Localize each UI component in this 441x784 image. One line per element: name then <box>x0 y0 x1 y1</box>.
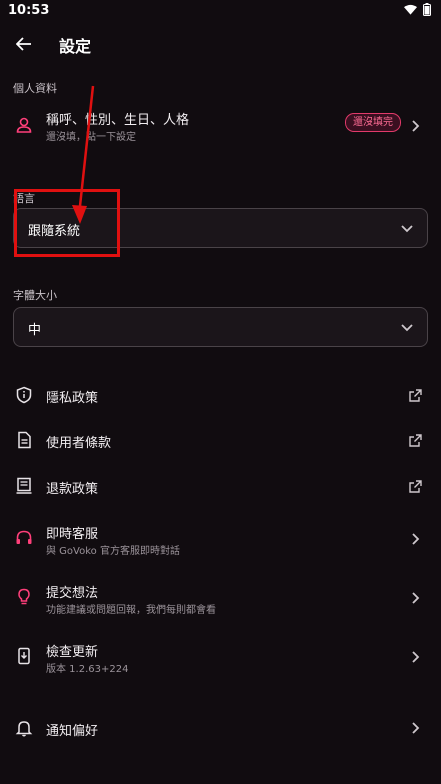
app-version: 版本 1.2.63+224 <box>46 664 129 675</box>
live-support-title: 即時客服 <box>46 527 99 542</box>
font-size-select[interactable]: 中 <box>13 307 428 347</box>
receipt-icon <box>14 476 34 496</box>
chevron-right-icon <box>407 531 423 547</box>
font-size-value: 中 <box>28 323 42 338</box>
status-time: 10:53 <box>8 3 50 18</box>
incomplete-badge: 還沒填完 <box>345 113 401 132</box>
notification-preferences-title: 通知偏好 <box>46 724 99 739</box>
arrow-left-icon <box>16 37 31 51</box>
chevron-right-icon <box>407 649 423 665</box>
refund-policy-row[interactable]: 退款政策 <box>0 466 441 506</box>
external-link-icon <box>407 387 423 403</box>
profile-title: 稱呼、性別、生日、人格 <box>46 113 190 128</box>
chevron-down-icon <box>401 225 413 233</box>
live-support-subtitle: 與 GoVoko 官方客服即時對話 <box>46 546 180 557</box>
battery-icon <box>423 3 431 16</box>
phone-download-icon <box>14 646 34 666</box>
check-update-title: 檢查更新 <box>46 645 99 660</box>
chevron-right-icon <box>407 720 423 736</box>
profile-subtitle: 還沒填，點一下設定 <box>46 132 136 143</box>
chevron-down-icon <box>401 324 413 332</box>
app-bar: 設定 <box>0 24 441 64</box>
lightbulb-icon <box>14 587 34 607</box>
refund-policy-title: 退款政策 <box>46 482 99 497</box>
external-link-icon <box>407 432 423 448</box>
font-size-section-label: 字體大小 <box>13 289 57 302</box>
annotation-highlight-box <box>14 189 120 257</box>
profile-row[interactable]: 稱呼、性別、生日、人格 還沒填，點一下設定 還沒填完 <box>0 104 441 148</box>
privacy-policy-title: 隱私政策 <box>46 391 99 406</box>
page-title: 設定 <box>59 37 92 56</box>
back-button[interactable] <box>10 30 38 58</box>
terms-of-use-title: 使用者條款 <box>46 436 112 451</box>
person-icon <box>14 115 34 135</box>
chevron-right-icon <box>407 118 423 134</box>
submit-feedback-subtitle: 功能建議或問題回報，我們每則都會看 <box>46 605 216 616</box>
status-icons <box>404 3 431 16</box>
status-bar: 10:53 <box>0 0 441 22</box>
wifi-icon <box>404 4 417 15</box>
check-update-row[interactable]: 檢查更新 版本 1.2.63+224 <box>0 636 441 678</box>
live-support-row[interactable]: 即時客服 與 GoVoko 官方客服即時對話 <box>0 518 441 560</box>
document-icon <box>14 430 34 450</box>
notification-preferences-row[interactable]: 通知偏好 <box>0 708 441 748</box>
submit-feedback-title: 提交想法 <box>46 586 99 601</box>
profile-section-label: 個人資料 <box>13 82 57 95</box>
terms-of-use-row[interactable]: 使用者條款 <box>0 420 441 460</box>
bell-icon <box>14 718 34 738</box>
shield-icon <box>14 385 34 405</box>
privacy-policy-row[interactable]: 隱私政策 <box>0 375 441 415</box>
external-link-icon <box>407 478 423 494</box>
headset-icon <box>14 528 34 548</box>
chevron-right-icon <box>407 590 423 606</box>
submit-feedback-row[interactable]: 提交想法 功能建議或問題回報，我們每則都會看 <box>0 577 441 619</box>
